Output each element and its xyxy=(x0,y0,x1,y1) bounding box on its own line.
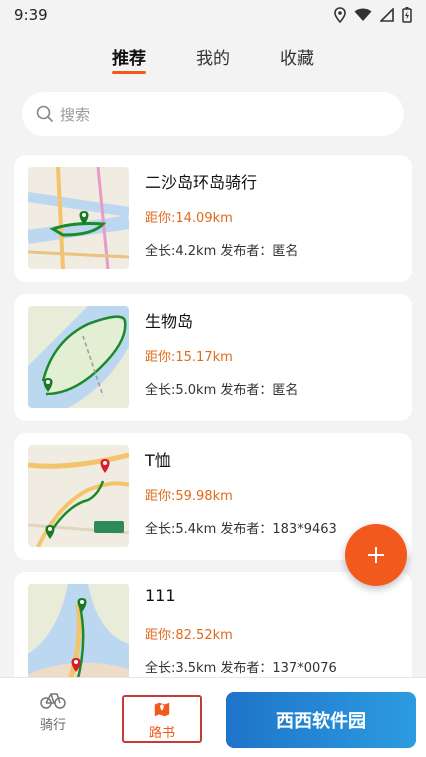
search-bar[interactable]: 搜索 xyxy=(22,92,404,136)
location-icon xyxy=(334,7,346,23)
route-distance: 距你:14.09km xyxy=(145,211,233,226)
tab-mine[interactable]: 我的 xyxy=(196,40,230,80)
route-meta: 全长:5.4km 发布者：183*9463 xyxy=(145,522,337,537)
route-title: 111 xyxy=(145,586,176,605)
status-icons xyxy=(334,7,412,23)
site-watermark-logo: 西西软件园 xyxy=(226,692,416,748)
nav-label-roadbook: 路书 xyxy=(148,726,175,741)
route-distance: 距你:15.17km xyxy=(145,350,233,365)
map-pin-icon xyxy=(154,702,170,717)
plus-icon xyxy=(368,547,384,563)
route-map-thumbnail xyxy=(28,584,129,686)
status-bar: 9:39 xyxy=(0,0,426,30)
search-icon xyxy=(36,105,54,123)
route-card[interactable]: 二沙岛环岛骑行 距你:14.09km 全长:4.2km 发布者：匿名 xyxy=(14,155,412,282)
route-distance: 距你:82.52km xyxy=(145,628,233,643)
nav-item-roadbook[interactable]: 路书 xyxy=(122,695,202,743)
route-card[interactable]: 生物岛 距你:15.17km 全长:5.0km 发布者：匿名 xyxy=(14,294,412,421)
route-map-thumbnail xyxy=(28,445,129,547)
battery-icon xyxy=(402,7,412,23)
bicycle-icon xyxy=(40,693,66,709)
top-tabs: 推荐 我的 收藏 xyxy=(0,40,426,80)
route-map-thumbnail xyxy=(28,167,129,269)
add-route-button[interactable] xyxy=(345,524,407,586)
route-title: 二沙岛环岛骑行 xyxy=(145,173,258,192)
nav-item-ride[interactable]: 骑行 xyxy=(8,690,98,746)
watermark-text: 西西软件园 xyxy=(276,711,366,732)
status-time: 9:39 xyxy=(14,6,48,24)
route-distance: 距你:59.98km xyxy=(145,489,233,504)
tab-recommend[interactable]: 推荐 xyxy=(112,40,146,80)
search-input[interactable]: 搜索 xyxy=(60,104,90,125)
route-map-thumbnail xyxy=(28,306,129,408)
nav-label-ride: 骑行 xyxy=(39,718,66,733)
route-meta: 全长:3.5km 发布者：137*0076 xyxy=(145,661,337,676)
signal-icon xyxy=(380,8,394,22)
wifi-icon xyxy=(354,8,372,21)
tab-favorites[interactable]: 收藏 xyxy=(280,40,314,80)
route-title: 生物岛 xyxy=(145,312,194,331)
route-meta: 全长:4.2km 发布者：匿名 xyxy=(145,244,299,259)
route-meta: 全长:5.0km 发布者：匿名 xyxy=(145,383,299,398)
route-title: T恤 xyxy=(145,451,171,470)
